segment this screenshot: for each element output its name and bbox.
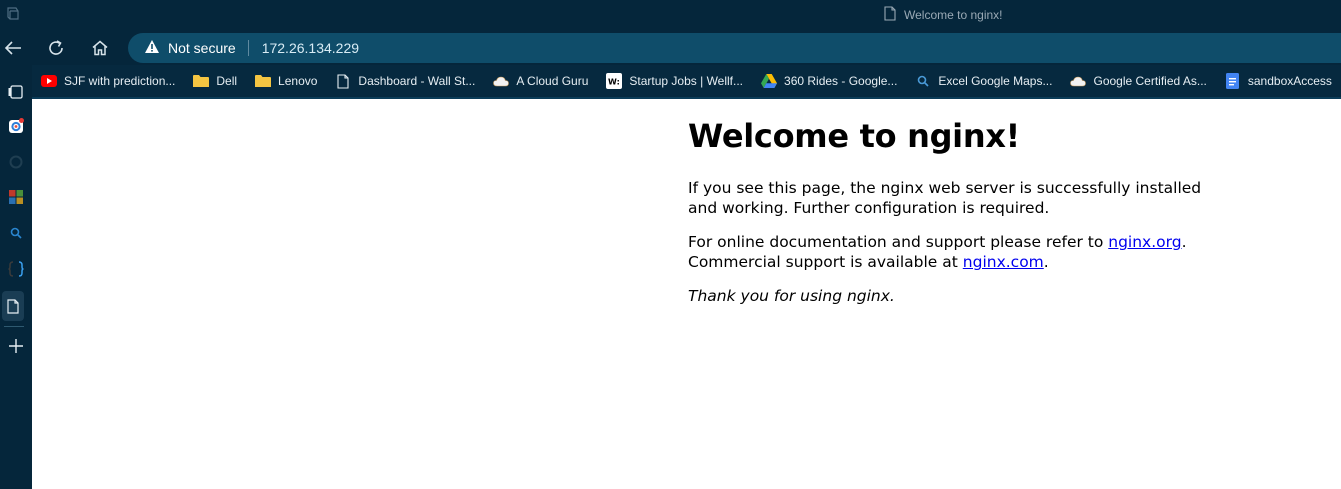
refresh-button[interactable] <box>40 30 72 65</box>
period: . <box>1043 253 1049 272</box>
nginx-org-link[interactable]: nginx.org <box>1108 233 1181 251</box>
security-indicator[interactable]: Not secure <box>144 39 236 57</box>
documentation-text: For online documentation and support ple… <box>688 233 1109 252</box>
folder-icon <box>193 73 210 89</box>
page-icon <box>884 6 896 24</box>
home-button[interactable] <box>84 30 116 65</box>
address-bar[interactable]: Not secure 172.26.134.229 <box>128 33 1341 63</box>
bookmark-label: Dell <box>216 74 238 88</box>
tab-actions-icon[interactable] <box>0 77 32 107</box>
search-icon[interactable] <box>0 218 32 248</box>
divider <box>247 40 249 56</box>
page-icon <box>335 73 351 89</box>
bookmark-folder[interactable]: Dell <box>184 65 246 97</box>
microsoft-icon[interactable] <box>0 182 32 212</box>
bookmark-folder[interactable]: Lenovo <box>246 65 326 97</box>
new-tab-plus-icon[interactable] <box>0 331 32 361</box>
title-bar: Welcome to nginx! <box>0 0 1341 30</box>
bookmark-item[interactable]: sandboxAccess <box>1216 65 1341 97</box>
thanks-text: Thank you for using nginx. <box>688 287 895 306</box>
svg-text:W:: W: <box>608 78 620 87</box>
bookmark-item[interactable]: Dashboard - Wall St... <box>326 65 484 97</box>
workspaces-icon[interactable] <box>4 6 20 26</box>
documentation-message: For online documentation and support ple… <box>688 232 1208 272</box>
wellfound-icon: W: <box>606 73 623 89</box>
page-heading: Welcome to nginx! <box>688 117 1020 155</box>
bookmark-label: sandboxAccess <box>1247 74 1332 88</box>
install-message: If you see this page, the nginx web serv… <box>688 179 1202 218</box>
period: . <box>1181 233 1187 252</box>
youtube-icon <box>41 73 57 89</box>
nginx-welcome: Welcome to nginx! If you see this page, … <box>688 117 1208 320</box>
google-drive-icon <box>761 73 778 89</box>
sidebar-divider <box>4 326 24 327</box>
bookmark-item[interactable]: A Cloud Guru <box>484 65 597 97</box>
bookmark-item[interactable]: Google Certified As... <box>1061 65 1215 97</box>
bookmarks-bar: SJF with prediction... Dell Lenovo Dashb… <box>32 65 1341 99</box>
security-label: Not secure <box>168 40 236 56</box>
bookmark-label: Startup Jobs | Wellf... <box>629 74 744 88</box>
copilot-icon[interactable] <box>0 111 32 141</box>
vertical-sidebar <box>0 65 32 489</box>
page-content: Welcome to nginx! If you see this page, … <box>32 99 1341 489</box>
back-button[interactable] <box>0 30 29 65</box>
bookmark-item[interactable]: W: Startup Jobs | Wellf... <box>597 65 752 97</box>
bookmark-label: Google Certified As... <box>1093 74 1207 88</box>
bookmark-item[interactable]: Excel Google Maps... <box>906 65 1061 97</box>
search-icon <box>915 73 931 89</box>
google-docs-icon <box>1225 73 1241 89</box>
bookmark-item[interactable]: SJF with prediction... <box>32 65 184 97</box>
thanks-message: Thank you for using nginx. <box>688 286 1208 306</box>
code-braces-icon[interactable] <box>0 254 32 284</box>
cloud-icon <box>1070 73 1087 89</box>
warning-icon <box>144 39 160 57</box>
navigation-bar: Not secure 172.26.134.229 <box>0 30 1341 65</box>
bookmark-label: Dashboard - Wall St... <box>358 74 476 88</box>
tab-title: Welcome to nginx! <box>904 8 1003 22</box>
bookmark-label: 360 Rides - Google... <box>784 74 898 88</box>
nginx-com-link[interactable]: nginx.com <box>963 253 1044 271</box>
extension-ring-icon[interactable] <box>0 147 32 177</box>
folder-icon <box>255 73 272 89</box>
commercial-text: Commercial support is available at <box>688 253 963 272</box>
url-text[interactable]: 172.26.134.229 <box>262 40 359 56</box>
bookmark-label: SJF with prediction... <box>64 74 176 88</box>
bookmark-item[interactable]: 360 Rides - Google... <box>752 65 906 97</box>
bookmark-label: A Cloud Guru <box>516 74 589 88</box>
current-page-tab[interactable] <box>2 291 24 321</box>
active-tab[interactable]: Welcome to nginx! <box>884 6 1003 24</box>
bookmark-label: Lenovo <box>278 74 318 88</box>
cloud-icon <box>493 73 510 89</box>
bookmark-label: Excel Google Maps... <box>938 74 1053 88</box>
